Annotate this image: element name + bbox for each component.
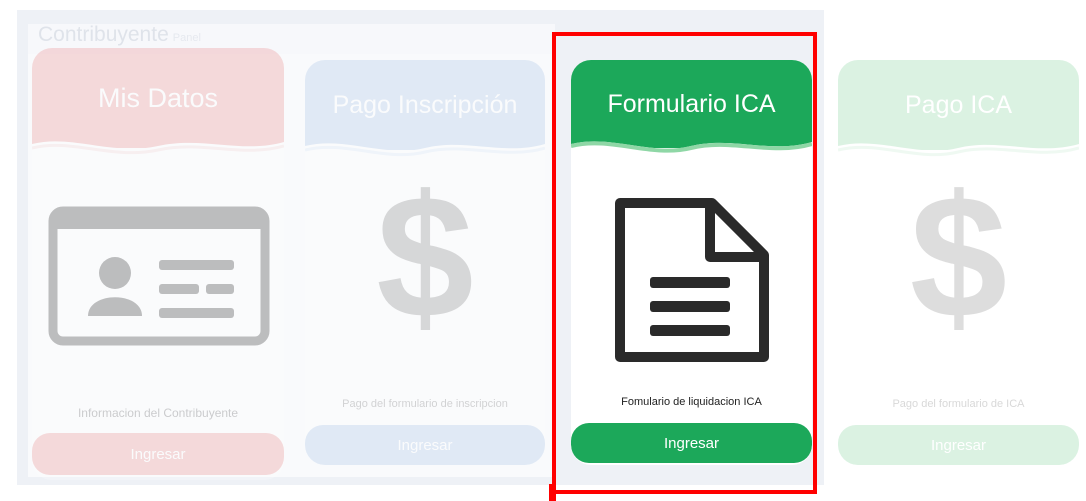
card-title: Formulario ICA <box>607 89 776 118</box>
card-header: Mis Datos <box>32 48 284 162</box>
card-pago-inscripcion: Pago Inscripción $ Pago del formulario d… <box>305 60 545 465</box>
id-card-icon <box>48 206 270 346</box>
card-description: Pago del formulario de ICA <box>892 398 1025 410</box>
card-header: Pago ICA <box>838 60 1079 164</box>
card-title: Pago ICA <box>904 90 1012 119</box>
panel-title-text: Contribuyente <box>38 23 169 46</box>
card-body: Informacion del Contribuyente Ingresar <box>32 148 284 480</box>
card-body: $ Pago del formulario de inscripcion Ing… <box>305 150 545 465</box>
highlight-box-tail <box>549 484 556 501</box>
panel-title: Contribuyente Panel <box>38 23 201 47</box>
ingresar-button[interactable]: Ingresar <box>838 425 1079 465</box>
dollar-icon: $ <box>376 160 474 355</box>
ingresar-button[interactable]: Ingresar <box>32 433 284 475</box>
card-description: Informacion del Contribuyente <box>77 406 239 420</box>
card-title: Mis Datos <box>97 82 219 113</box>
card-description: Pago del formulario de inscripcion <box>342 398 508 410</box>
card-mis-datos: Mis Datos Informacion del Contribuyente … <box>32 48 284 480</box>
card-header: Pago Inscripción <box>305 60 545 164</box>
card-body: $ Pago del formulario de ICA Ingresar <box>838 150 1079 465</box>
ingresar-button[interactable]: Ingresar <box>305 425 545 465</box>
card-title: Pago Inscripción <box>332 90 518 119</box>
dollar-icon: $ <box>909 160 1008 355</box>
panel-subtitle: Panel <box>172 32 201 44</box>
card-pago-ica: Pago ICA $ Pago del formulario de ICA In… <box>838 60 1079 465</box>
